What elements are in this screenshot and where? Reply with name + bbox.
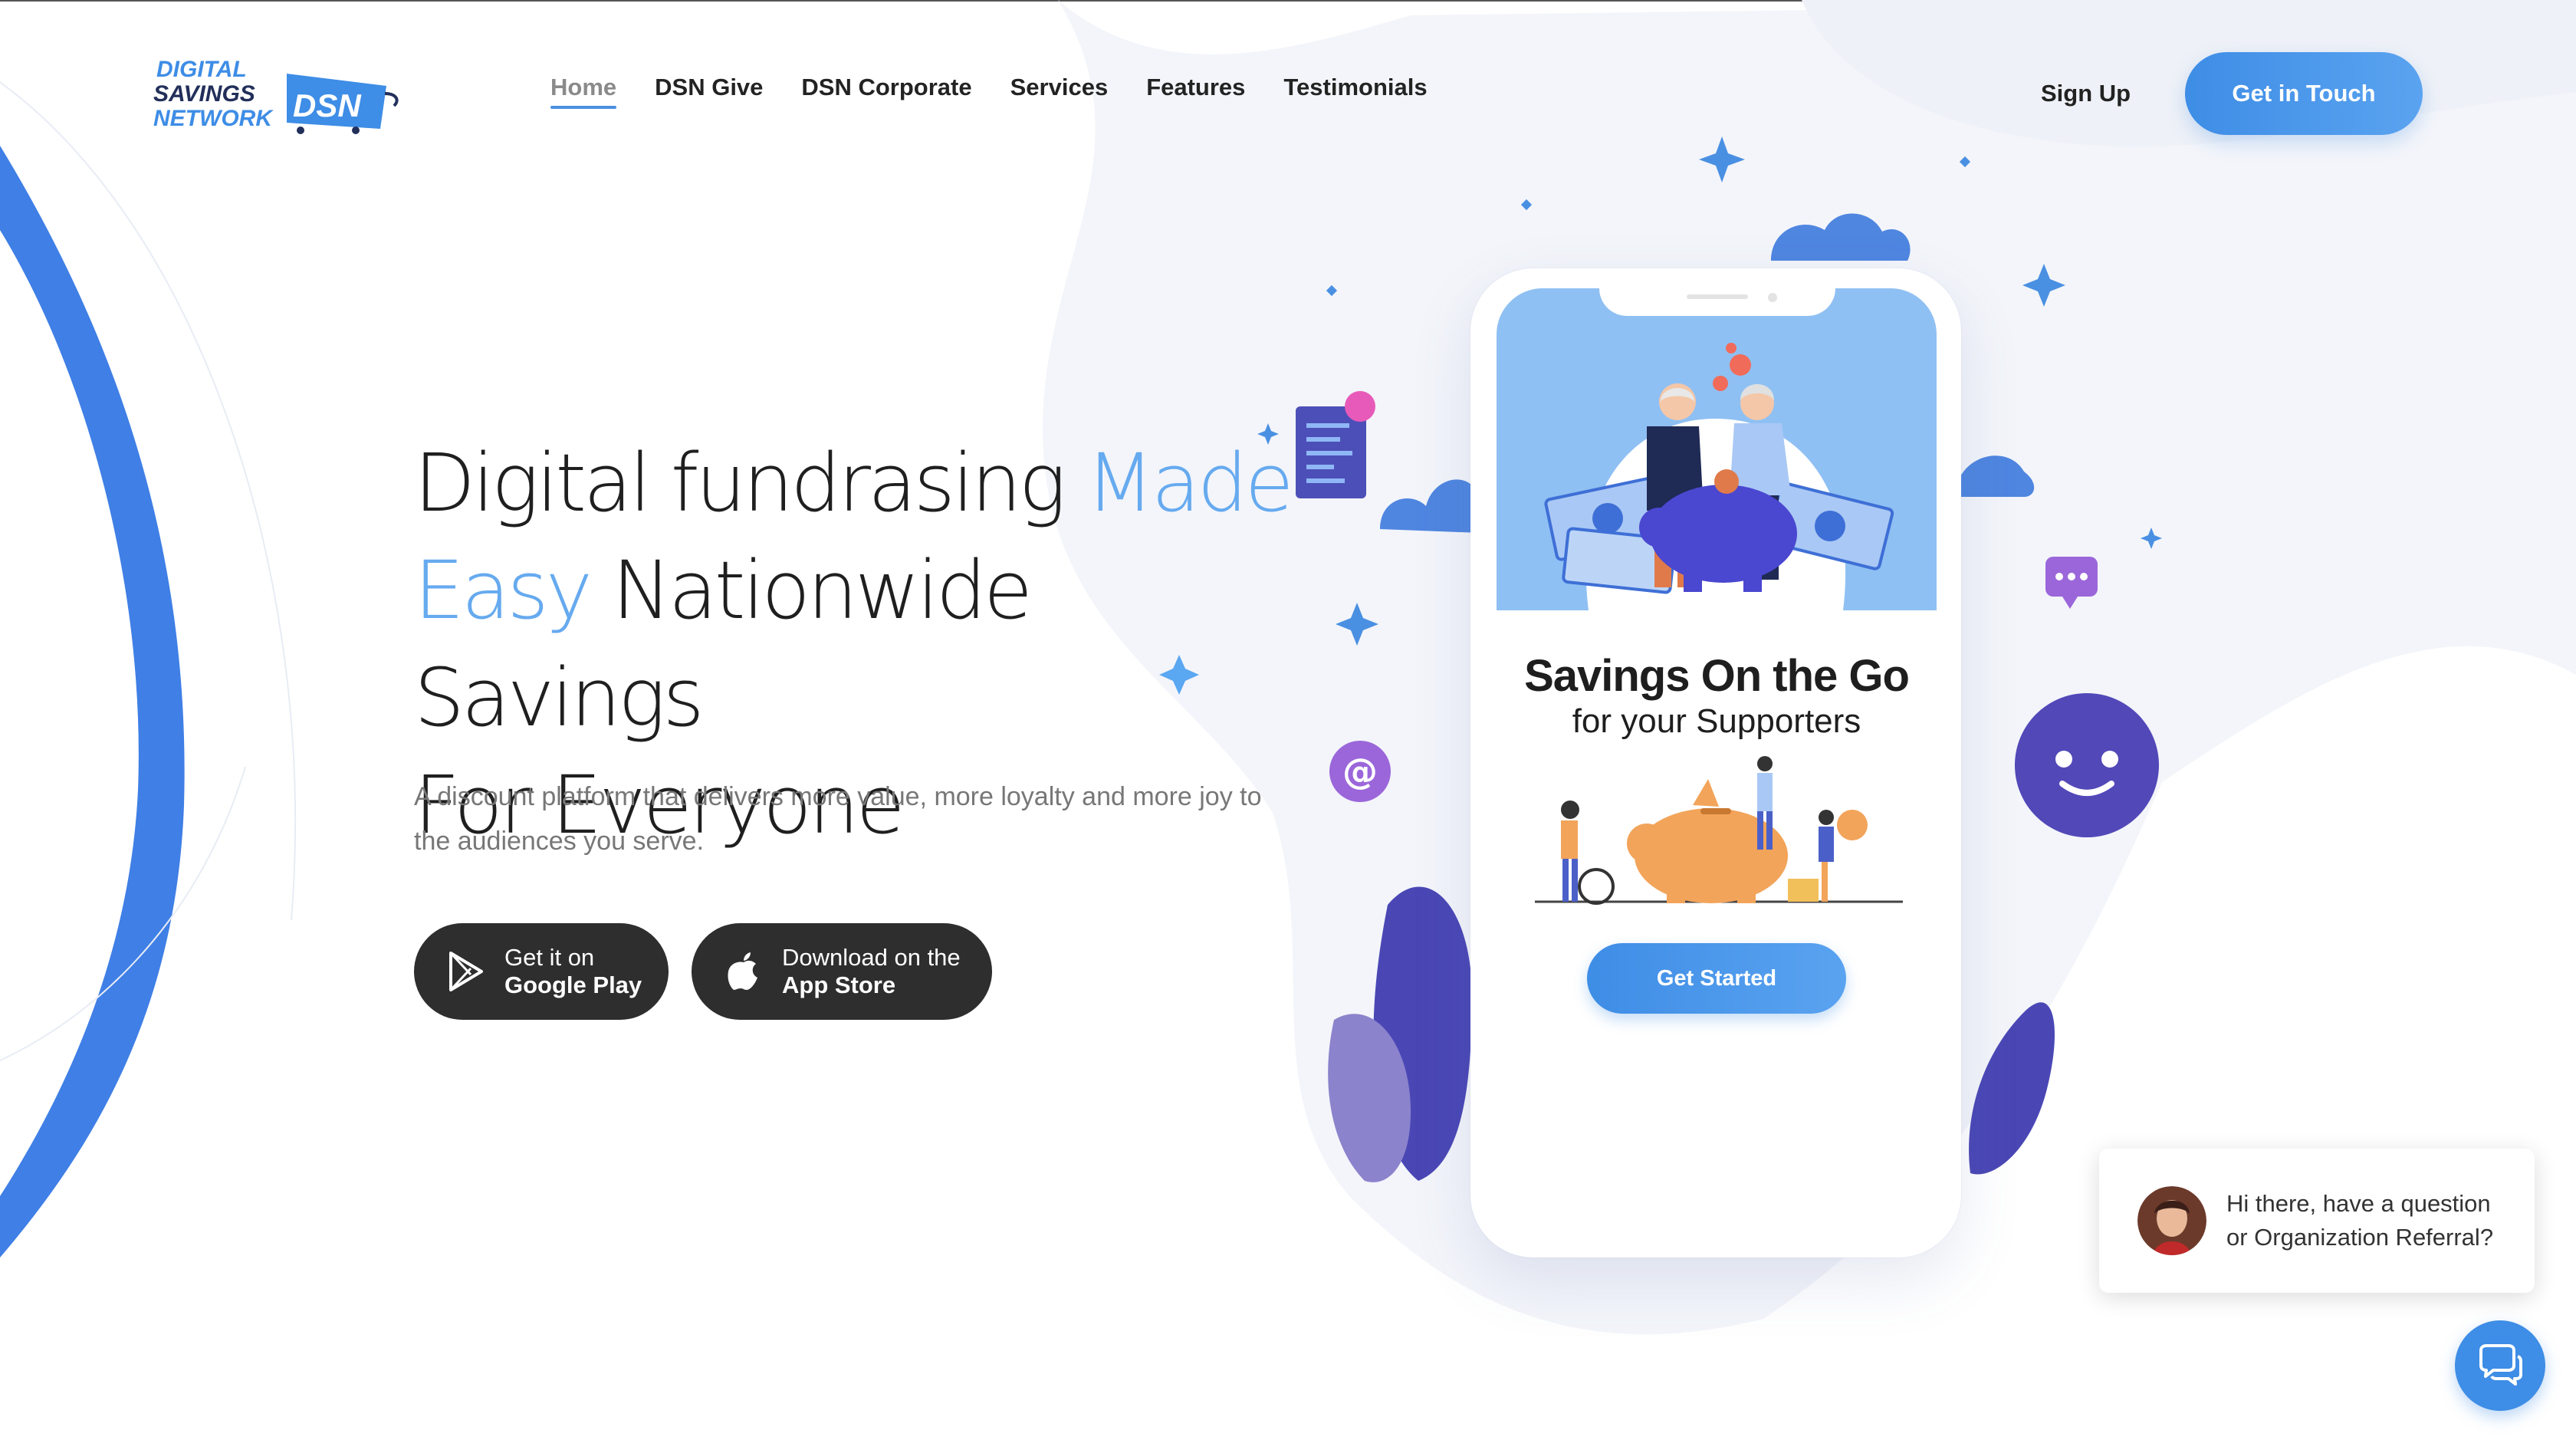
screen-header-illustration — [1497, 288, 1937, 610]
app-store-small-text: Download on the — [782, 944, 961, 971]
nav-dsn-corporate[interactable]: DSN Corporate — [801, 74, 971, 109]
nav-services[interactable]: Services — [1010, 74, 1109, 109]
chat-launcher-button[interactable] — [2455, 1320, 2545, 1411]
hero-title-part1: Digital fundrasing — [414, 436, 1086, 530]
phone-heading: Savings On the Go — [1524, 651, 1910, 701]
nav-testimonials[interactable]: Testimonials — [1283, 74, 1427, 109]
left-swoosh — [0, 146, 185, 1258]
dsn-logo[interactable]: DIGITAL SAVINGS NETWORK DSN — [150, 55, 403, 135]
chat-bubbles-icon — [2479, 1344, 2522, 1386]
sign-up-link[interactable]: Sign Up — [2041, 80, 2131, 107]
google-play-big-text: Google Play — [504, 972, 642, 998]
nav-dsn-give[interactable]: DSN Give — [655, 74, 763, 109]
piggy-bank-team-illustration — [1535, 756, 1903, 905]
phone-screen — [1497, 288, 1937, 1231]
support-agent-avatar — [2137, 1186, 2206, 1255]
apple-icon — [721, 948, 767, 995]
google-play-icon — [443, 948, 489, 995]
get-in-touch-button[interactable]: Get in Touch — [2185, 52, 2423, 135]
chat-greeting-line2: or Organization Referral? — [2226, 1224, 2494, 1251]
hero-title-accent2: Easy — [414, 544, 593, 637]
chat-greeting-line1: Hi there, have a question — [2226, 1190, 2491, 1217]
main-nav: Home DSN Give DSN Corporate Services Fea… — [550, 74, 1428, 109]
phone-subheading: for your Supporters — [1572, 702, 1861, 740]
phone-notch — [1599, 284, 1835, 316]
app-store-button[interactable]: Download on the App Store — [692, 923, 992, 1020]
hero-title-accent1: Made — [1086, 436, 1293, 530]
hero-subtitle: A discount platform that delivers more v… — [414, 782, 1262, 856]
svg-text:DSN: DSN — [293, 87, 362, 123]
svg-text:DIGITAL: DIGITAL — [156, 57, 247, 82]
get-started-button[interactable]: Get Started — [1587, 943, 1846, 1014]
svg-text:@: @ — [1342, 751, 1378, 792]
smiley-shape — [2015, 693, 2159, 837]
google-play-button[interactable]: Get it on Google Play — [414, 923, 669, 1020]
nav-home[interactable]: Home — [550, 74, 617, 109]
svg-text:NETWORK: NETWORK — [153, 106, 274, 131]
nav-features[interactable]: Features — [1146, 74, 1245, 109]
app-store-big-text: App Store — [782, 972, 896, 998]
phone-speaker — [1687, 294, 1748, 299]
google-play-small-text: Get it on — [504, 944, 595, 971]
phone-camera — [1768, 293, 1777, 302]
svg-text:SAVINGS: SAVINGS — [153, 81, 255, 107]
chat-greeting-bubble[interactable]: Hi there, have a question or Organizatio… — [2099, 1149, 2535, 1293]
savings-couple-illustration — [1544, 343, 1894, 610]
